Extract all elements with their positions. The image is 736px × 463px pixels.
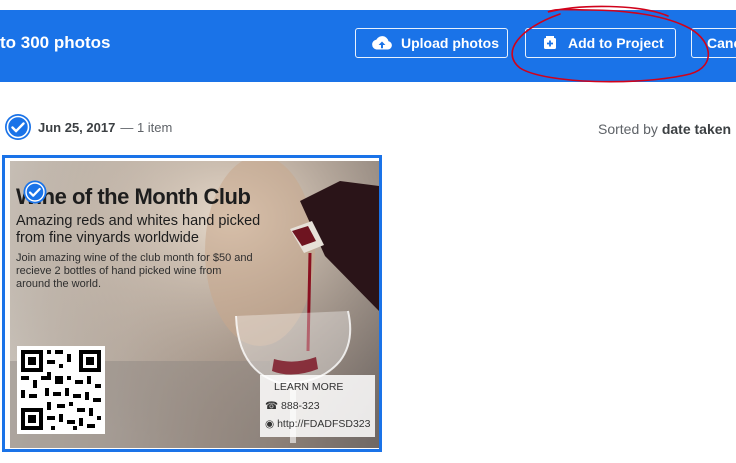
phone-icon: ☎ bbox=[265, 400, 279, 412]
cancel-label: Cancel bbox=[707, 35, 736, 51]
ad-url: http://FDADFSD323 bbox=[277, 418, 371, 430]
upload-photos-label: Upload photos bbox=[401, 35, 499, 51]
cancel-button[interactable]: Cancel bbox=[691, 28, 736, 58]
url-line: ◉ http://FDADFSD323 bbox=[265, 418, 370, 430]
select-group-check-icon[interactable] bbox=[4, 113, 32, 141]
group-date: Jun 25, 2017 bbox=[38, 119, 116, 135]
photo-thumbnail: Wine of the Month Club Amazing reds and … bbox=[10, 161, 379, 448]
sort-indicator[interactable]: Sorted by date taken bbox=[598, 121, 731, 137]
selection-title: to 300 photos bbox=[0, 33, 111, 52]
date-group-header: Jun 25, 2017 — 1 item bbox=[4, 112, 172, 142]
top-action-bar: to 300 photos Upload photos Add to Proje… bbox=[0, 10, 736, 82]
ad-subtitle: Amazing reds and whites hand picked from… bbox=[16, 213, 261, 246]
qr-code-icon bbox=[17, 346, 105, 434]
ad-title: Wine of the Month Club bbox=[16, 184, 251, 209]
learn-more-box: LEARN MORE ☎ 888-323 ◉ http://FDADFSD323 bbox=[260, 375, 375, 437]
globe-icon: ◉ bbox=[265, 418, 275, 430]
photo-selected-check-icon[interactable] bbox=[23, 180, 47, 204]
ad-body-text: Join amazing wine of the club month for … bbox=[16, 252, 253, 290]
sorted-by-value: date taken bbox=[661, 121, 732, 137]
phone-line: ☎ 888-323 bbox=[265, 400, 320, 412]
group-item-count: — 1 item bbox=[120, 119, 173, 135]
add-to-project-label: Add to Project bbox=[568, 35, 664, 51]
phone-number: 888-323 bbox=[281, 400, 320, 412]
add-to-project-button[interactable]: Add to Project bbox=[525, 28, 676, 58]
cloud-upload-icon bbox=[371, 35, 393, 51]
learn-more-label: LEARN MORE bbox=[274, 381, 344, 393]
upload-photos-button[interactable]: Upload photos bbox=[355, 28, 508, 58]
selected-photo-tile[interactable]: Wine of the Month Club Amazing reds and … bbox=[2, 155, 382, 452]
sorted-by-label: Sorted by bbox=[598, 121, 658, 137]
add-to-project-icon bbox=[542, 35, 558, 51]
